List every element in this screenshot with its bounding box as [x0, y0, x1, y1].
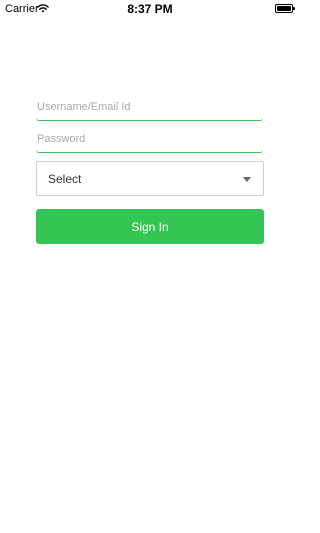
password-input[interactable]: [36, 126, 263, 153]
status-time: 8:37 PM: [127, 2, 173, 16]
battery-icon: [275, 4, 295, 13]
select-value: Select: [48, 172, 82, 186]
sign-in-button[interactable]: Sign In: [36, 209, 264, 244]
status-bar: Carrier 8:37 PM: [0, 0, 300, 20]
chevron-down-icon: [243, 177, 251, 182]
role-select[interactable]: Select: [36, 161, 264, 196]
username-input[interactable]: [36, 94, 263, 121]
login-screen: Carrier 8:37 PM Select Sign In: [0, 0, 300, 533]
